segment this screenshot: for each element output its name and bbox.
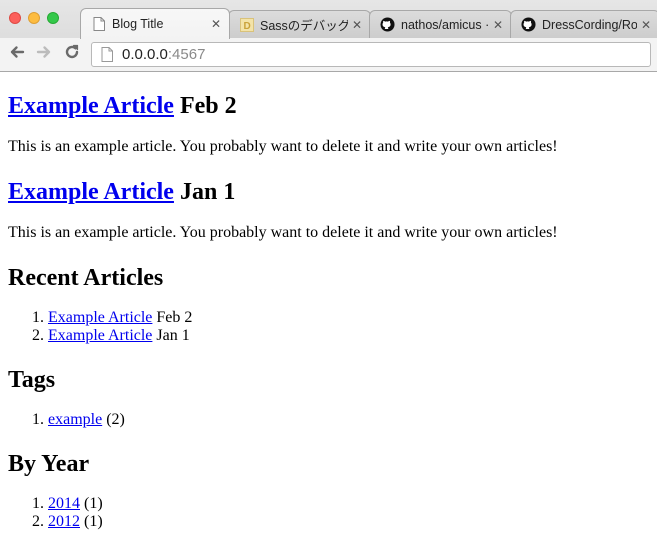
page-icon bbox=[101, 47, 113, 62]
page-icon bbox=[91, 17, 106, 32]
article-heading: Example Article Jan 1 bbox=[8, 178, 648, 206]
year-link[interactable]: 2014 bbox=[48, 495, 80, 512]
tag-link[interactable]: example bbox=[48, 411, 102, 428]
close-tab-icon[interactable]: ✕ bbox=[493, 18, 503, 32]
tab-label: DressCording/Ro bbox=[542, 17, 637, 32]
github-icon bbox=[521, 17, 536, 32]
forward-arrow-icon[interactable] bbox=[36, 44, 52, 64]
article-date: Feb 2 bbox=[179, 93, 237, 119]
tab-sass-debug[interactable]: D Sassのデバッグに ✕ bbox=[228, 10, 371, 38]
tags-list: example (2) bbox=[8, 411, 648, 429]
article-body: This is an example article. You probably… bbox=[8, 224, 558, 241]
article-heading: Example Article Feb 2 bbox=[8, 92, 648, 120]
back-arrow-icon[interactable] bbox=[9, 44, 25, 64]
by-year-heading: By Year bbox=[8, 451, 90, 477]
recent-article-link[interactable]: Example Article bbox=[48, 309, 152, 326]
tags-heading: Tags bbox=[8, 367, 56, 393]
year-count: (1) bbox=[84, 513, 103, 530]
window-controls bbox=[9, 12, 59, 24]
close-tab-icon[interactable]: ✕ bbox=[641, 18, 651, 32]
recent-articles-list: Example Article Feb 2 Example Article Ja… bbox=[8, 309, 648, 345]
year-count: (1) bbox=[84, 495, 103, 512]
tab-label: Blog Title bbox=[112, 17, 164, 31]
list-item: example (2) bbox=[48, 411, 648, 429]
svg-text:D: D bbox=[243, 21, 250, 32]
tab-dresscording[interactable]: DressCording/Ro ✕ bbox=[510, 10, 657, 38]
tab-label: Sassのデバッグに bbox=[260, 19, 348, 33]
tab-nathos-amicus[interactable]: nathos/amicus · G ✕ bbox=[369, 10, 512, 38]
tab-blog-title[interactable]: Blog Title ✕ bbox=[80, 8, 230, 39]
list-item: Example Article Jan 1 bbox=[48, 327, 648, 345]
recent-article-link[interactable]: Example Article bbox=[48, 327, 152, 344]
tab-label: nathos/amicus · G bbox=[401, 17, 489, 32]
url-host: 0.0.0.0 bbox=[122, 46, 168, 63]
d-logo-icon: D bbox=[239, 17, 254, 32]
close-tab-icon[interactable]: ✕ bbox=[211, 17, 221, 31]
list-item: 2012 (1) bbox=[48, 513, 648, 531]
recent-article-date: Jan 1 bbox=[156, 327, 190, 344]
article-title-link[interactable]: Example Article bbox=[8, 179, 174, 205]
page-content: Example Article Feb 2 This is an example… bbox=[8, 71, 648, 531]
year-link[interactable]: 2012 bbox=[48, 513, 80, 530]
minimize-window-button[interactable] bbox=[28, 12, 40, 24]
tag-count: (2) bbox=[106, 411, 125, 428]
by-year-list: 2014 (1) 2012 (1) bbox=[8, 495, 648, 531]
address-bar[interactable]: 0.0.0.0:4567 bbox=[91, 42, 651, 67]
article-date: Jan 1 bbox=[179, 179, 236, 205]
recent-article-date: Feb 2 bbox=[156, 309, 193, 326]
article-body: This is an example article. You probably… bbox=[8, 138, 558, 155]
close-tab-icon[interactable]: ✕ bbox=[352, 18, 362, 32]
browser-toolbar: 0.0.0.0:4567 bbox=[0, 38, 657, 71]
list-item: Example Article Feb 2 bbox=[48, 309, 648, 327]
maximize-window-button[interactable] bbox=[47, 12, 59, 24]
reload-icon[interactable] bbox=[64, 44, 80, 64]
url-port: :4567 bbox=[167, 46, 206, 63]
list-item: 2014 (1) bbox=[48, 495, 648, 513]
browser-chrome: Blog Title ✕ D Sassのデバッグに ✕ nathos/amicu… bbox=[0, 0, 657, 72]
article-title-link[interactable]: Example Article bbox=[8, 93, 174, 119]
recent-articles-heading: Recent Articles bbox=[8, 265, 164, 291]
github-icon bbox=[380, 17, 395, 32]
close-window-button[interactable] bbox=[9, 12, 21, 24]
